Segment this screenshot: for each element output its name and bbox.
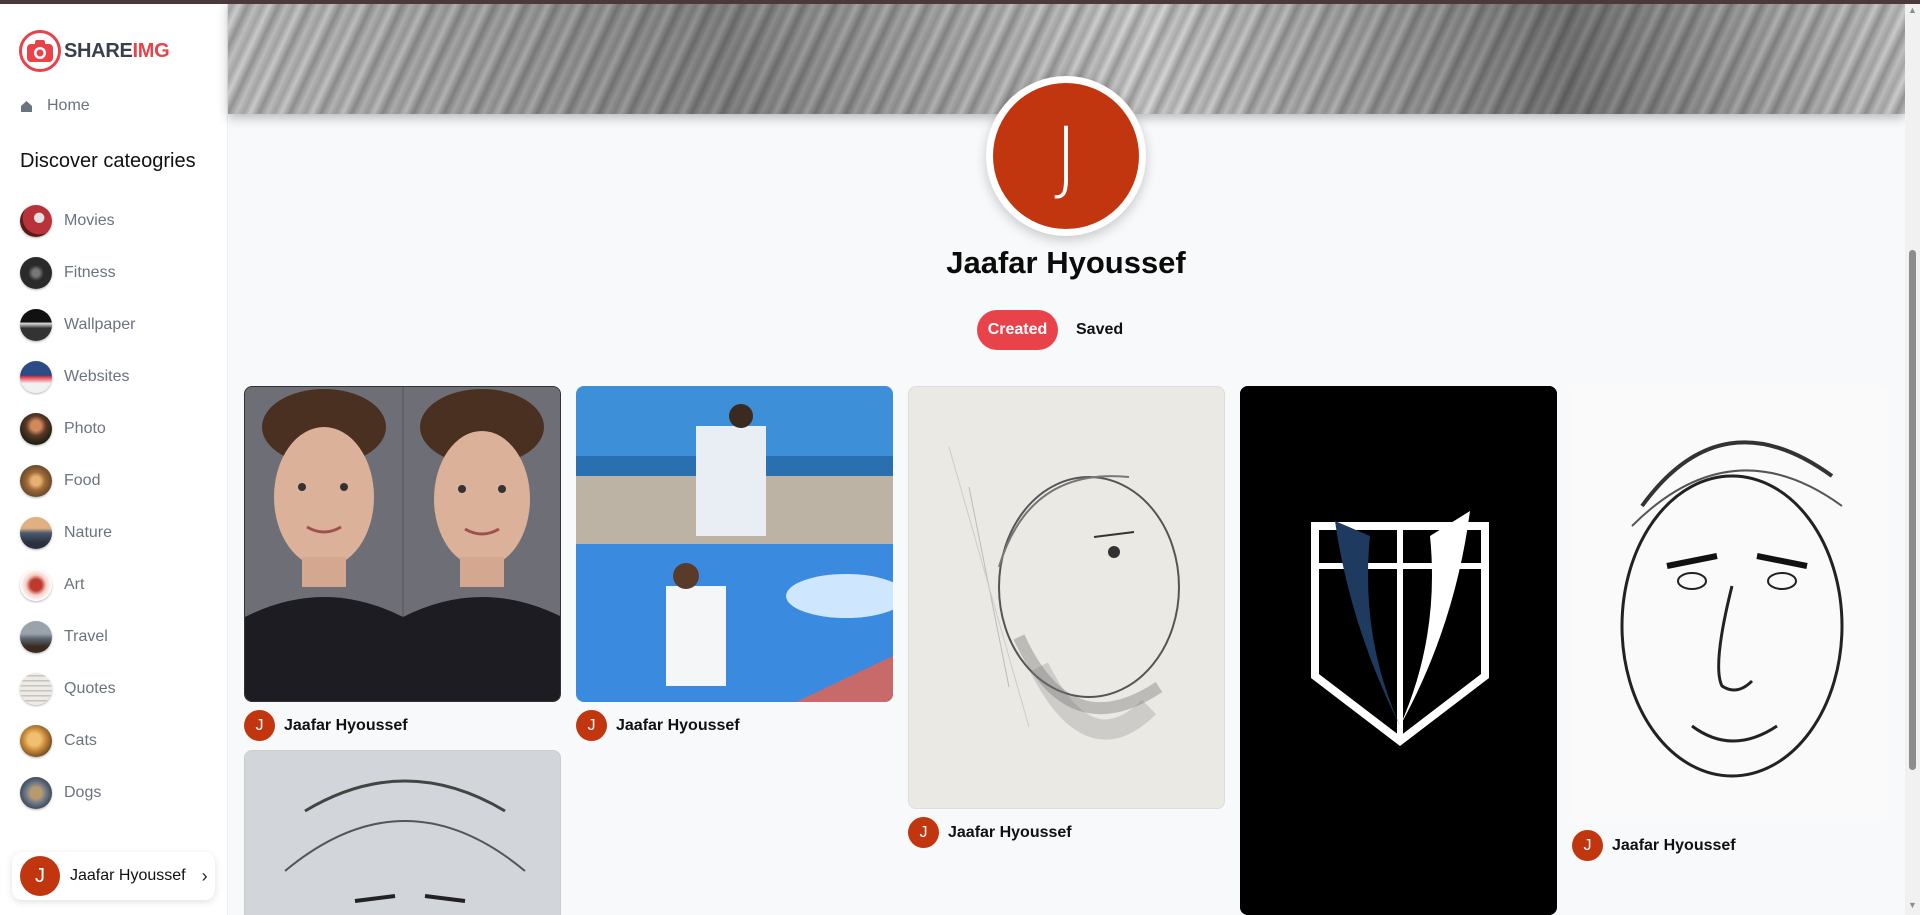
pin-author[interactable]: J Jaafar Hyoussef — [576, 710, 893, 741]
category-label: Travel — [64, 628, 108, 645]
chevron-right-icon: › — [201, 865, 208, 886]
category-label: Art — [64, 576, 85, 593]
avatar: J — [1572, 830, 1603, 861]
pin-author-name: Jaafar Hyoussef — [1612, 836, 1736, 854]
pin-author-name: Jaafar Hyoussef — [616, 716, 740, 734]
sidebar-item-art[interactable]: Art — [20, 559, 135, 611]
logo-text-share: SHARE — [64, 39, 133, 62]
sidebar-item-websites[interactable]: Websites — [20, 351, 135, 403]
category-thumbnail — [20, 309, 52, 341]
user-profile-button[interactable]: J Jaafar Hyoussef › — [12, 852, 215, 900]
sidebar-item-photo[interactable]: Photo — [20, 403, 135, 455]
category-label: Websites — [64, 368, 130, 385]
pin-card[interactable]: J Jaafar Hyoussef — [576, 386, 893, 741]
home-label: Home — [47, 97, 90, 114]
profile-tabs: Created Saved — [977, 310, 1123, 350]
pin-image[interactable] — [1572, 386, 1889, 822]
avatar: J — [244, 710, 275, 741]
app-logo[interactable]: SHAREIMG — [19, 30, 170, 72]
sidebar-item-quotes[interactable]: Quotes — [20, 663, 135, 715]
camera-icon — [19, 30, 61, 72]
category-label: Photo — [64, 420, 106, 437]
top-accent-line — [0, 0, 1920, 4]
scroll-down-icon[interactable]: ▼ — [1908, 900, 1917, 910]
logo-text-img: IMG — [132, 39, 170, 62]
pin-image[interactable] — [244, 750, 561, 915]
sidebar-item-home[interactable]: Home — [20, 97, 90, 115]
sidebar-item-wallpaper[interactable]: Wallpaper — [20, 299, 135, 351]
category-thumbnail — [20, 361, 52, 393]
sidebar-item-food[interactable]: Food — [20, 455, 135, 507]
avatar: J — [908, 817, 939, 848]
profile-avatar-initial: J — [993, 83, 1139, 229]
pin-card[interactable]: J Jaafar Hyoussef — [1572, 386, 1889, 861]
category-thumbnail — [20, 673, 52, 705]
category-thumbnail — [20, 621, 52, 653]
scroll-up-icon[interactable]: ▲ — [1908, 5, 1917, 15]
category-label: Quotes — [64, 680, 116, 697]
pin-author-name: Jaafar Hyoussef — [284, 716, 408, 734]
pin-author-name: Jaafar Hyoussef — [948, 823, 1072, 841]
avatar: J — [20, 856, 60, 896]
pin-image[interactable] — [1240, 386, 1557, 915]
category-label: Fitness — [64, 264, 116, 281]
sidebar-item-dogs[interactable]: Dogs — [20, 767, 135, 819]
sidebar-item-fitness[interactable]: Fitness — [20, 247, 135, 299]
category-list: Movies Fitness Wallpaper Websites Photo … — [20, 195, 135, 819]
category-thumbnail — [20, 465, 52, 497]
sidebar-item-nature[interactable]: Nature — [20, 507, 135, 559]
home-icon — [21, 100, 32, 112]
user-name: Jaafar Hyoussef — [70, 867, 186, 884]
pin-card[interactable]: J Jaafar Hyoussef — [244, 386, 561, 741]
sidebar-item-cats[interactable]: Cats — [20, 715, 135, 767]
pin-card[interactable]: J Jaafar Hyoussef — [908, 386, 1225, 848]
pin-author[interactable]: J Jaafar Hyoussef — [244, 710, 561, 741]
profile-name: Jaafar Hyoussef — [946, 245, 1186, 280]
category-label: Movies — [64, 212, 115, 229]
category-label: Food — [64, 472, 101, 489]
category-thumbnail — [20, 517, 52, 549]
category-label: Dogs — [64, 784, 102, 801]
sidebar-item-travel[interactable]: Travel — [20, 611, 135, 663]
category-thumbnail — [20, 569, 52, 601]
pin-author[interactable]: J Jaafar Hyoussef — [1572, 830, 1889, 861]
category-label: Wallpaper — [64, 316, 136, 333]
sidebar-item-movies[interactable]: Movies — [20, 195, 135, 247]
category-thumbnail — [20, 777, 52, 809]
pin-image[interactable] — [576, 386, 893, 702]
pin-author[interactable]: J Jaafar Hyoussef — [908, 817, 1225, 848]
scrollbar-thumb[interactable] — [1909, 250, 1916, 770]
pin-image[interactable] — [908, 386, 1225, 809]
page-scrollbar[interactable]: ▲ ▼ — [1905, 0, 1920, 915]
category-thumbnail — [20, 725, 52, 757]
avatar: J — [576, 710, 607, 741]
tab-saved[interactable]: Saved — [1076, 321, 1123, 339]
tab-created[interactable]: Created — [977, 310, 1058, 350]
sidebar: SHAREIMG Home Discover cateogries Movies… — [0, 0, 228, 915]
category-thumbnail — [20, 205, 52, 237]
profile-avatar: J — [986, 76, 1146, 236]
pin-card[interactable] — [244, 750, 561, 915]
pin-image[interactable] — [244, 386, 561, 702]
pin-card[interactable] — [1240, 386, 1557, 915]
category-label: Nature — [64, 524, 113, 541]
discover-categories-title: Discover cateogries — [20, 150, 196, 172]
category-label: Cats — [64, 732, 97, 749]
category-thumbnail — [20, 413, 52, 445]
category-thumbnail — [20, 257, 52, 289]
